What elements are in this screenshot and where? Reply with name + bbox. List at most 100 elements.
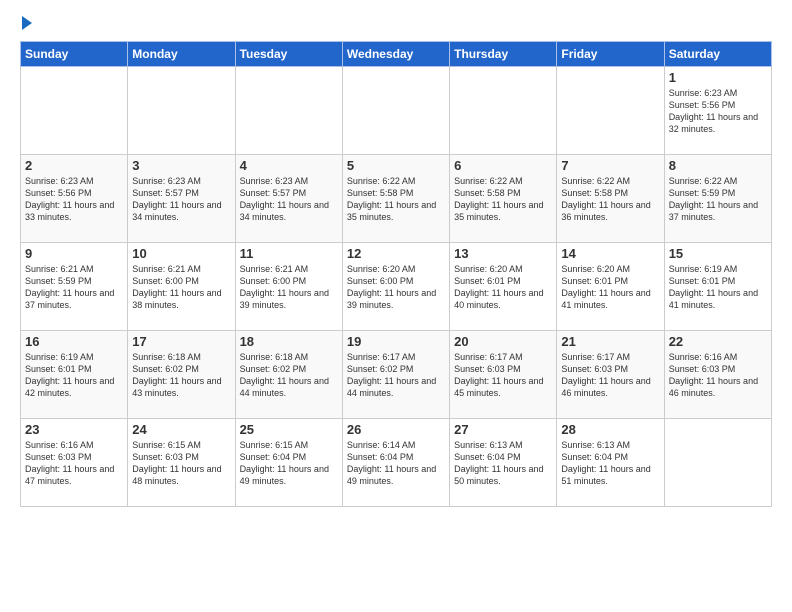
calendar-cell <box>235 67 342 155</box>
calendar-cell: 18 Sunrise: 6:18 AM Sunset: 6:02 PM Dayli… <box>235 331 342 419</box>
day-number: 14 <box>561 246 659 261</box>
calendar-cell <box>557 67 664 155</box>
day-number: 21 <box>561 334 659 349</box>
day-number: 16 <box>25 334 123 349</box>
day-number: 8 <box>669 158 767 173</box>
day-number: 24 <box>132 422 230 437</box>
calendar-cell: 13 Sunrise: 6:20 AM Sunset: 6:01 PM Dayli… <box>450 243 557 331</box>
day-info: Sunrise: 6:21 AM Sunset: 5:59 PM Dayligh… <box>25 263 123 312</box>
calendar-cell: 6 Sunrise: 6:22 AM Sunset: 5:58 PM Daylig… <box>450 155 557 243</box>
calendar-cell: 21 Sunrise: 6:17 AM Sunset: 6:03 PM Dayli… <box>557 331 664 419</box>
day-info: Sunrise: 6:20 AM Sunset: 6:00 PM Dayligh… <box>347 263 445 312</box>
calendar-cell: 22 Sunrise: 6:16 AM Sunset: 6:03 PM Dayli… <box>664 331 771 419</box>
calendar-cell: 12Sunrise: 6:20 AM Sunset: 6:00 PM Dayli… <box>342 243 449 331</box>
calendar-cell <box>342 67 449 155</box>
calendar-week-row: 23 Sunrise: 6:16 AM Sunset: 6:03 PM Dayli… <box>21 419 772 507</box>
day-info: Sunrise: 6:17 AM Sunset: 6:03 PM Dayligh… <box>561 351 659 400</box>
day-info: Sunrise: 6:16 AM Sunset: 6:03 PM Dayligh… <box>25 439 123 488</box>
calendar-cell: 10 Sunrise: 6:21 AM Sunset: 6:00 PM Dayli… <box>128 243 235 331</box>
calendar-cell: 24 Sunrise: 6:15 AM Sunset: 6:03 PM Dayli… <box>128 419 235 507</box>
day-number: 19 <box>347 334 445 349</box>
day-info: Sunrise: 6:13 AM Sunset: 6:04 PM Dayligh… <box>561 439 659 488</box>
calendar-cell: 11 Sunrise: 6:21 AM Sunset: 6:00 PM Dayli… <box>235 243 342 331</box>
logo-text <box>20 16 32 33</box>
day-info: Sunrise: 6:19 AM Sunset: 6:01 PM Dayligh… <box>669 263 767 312</box>
day-number: 11 <box>240 246 338 261</box>
day-info: Sunrise: 6:22 AM Sunset: 5:58 PM Dayligh… <box>347 175 445 224</box>
day-number: 6 <box>454 158 552 173</box>
day-info: Sunrise: 6:13 AM Sunset: 6:04 PM Dayligh… <box>454 439 552 488</box>
calendar-header-friday: Friday <box>557 42 664 67</box>
calendar-cell <box>128 67 235 155</box>
day-info: Sunrise: 6:19 AM Sunset: 6:01 PM Dayligh… <box>25 351 123 400</box>
day-number: 17 <box>132 334 230 349</box>
day-info: Sunrise: 6:22 AM Sunset: 5:59 PM Dayligh… <box>669 175 767 224</box>
calendar-header-wednesday: Wednesday <box>342 42 449 67</box>
day-number: 18 <box>240 334 338 349</box>
day-info: Sunrise: 6:18 AM Sunset: 6:02 PM Dayligh… <box>240 351 338 400</box>
day-info: Sunrise: 6:15 AM Sunset: 6:03 PM Dayligh… <box>132 439 230 488</box>
day-info: Sunrise: 6:14 AM Sunset: 6:04 PM Dayligh… <box>347 439 445 488</box>
calendar-header-tuesday: Tuesday <box>235 42 342 67</box>
calendar-header-row: SundayMondayTuesdayWednesdayThursdayFrid… <box>21 42 772 67</box>
day-info: Sunrise: 6:20 AM Sunset: 6:01 PM Dayligh… <box>454 263 552 312</box>
calendar-cell: 16 Sunrise: 6:19 AM Sunset: 6:01 PM Dayli… <box>21 331 128 419</box>
day-number: 1 <box>669 70 767 85</box>
calendar-cell: 28 Sunrise: 6:13 AM Sunset: 6:04 PM Dayli… <box>557 419 664 507</box>
day-info: Sunrise: 6:18 AM Sunset: 6:02 PM Dayligh… <box>132 351 230 400</box>
day-number: 4 <box>240 158 338 173</box>
calendar-cell <box>21 67 128 155</box>
calendar-cell <box>450 67 557 155</box>
day-info: Sunrise: 6:23 AM Sunset: 5:57 PM Dayligh… <box>240 175 338 224</box>
calendar-cell: 1Sunrise: 6:23 AM Sunset: 5:56 PM Daylig… <box>664 67 771 155</box>
calendar-week-row: 9 Sunrise: 6:21 AM Sunset: 5:59 PM Daylig… <box>21 243 772 331</box>
day-info: Sunrise: 6:22 AM Sunset: 5:58 PM Dayligh… <box>454 175 552 224</box>
page: SundayMondayTuesdayWednesdayThursdayFrid… <box>0 0 792 523</box>
calendar-cell: 25 Sunrise: 6:15 AM Sunset: 6:04 PM Dayli… <box>235 419 342 507</box>
calendar-cell: 8 Sunrise: 6:22 AM Sunset: 5:59 PM Daylig… <box>664 155 771 243</box>
calendar-header-sunday: Sunday <box>21 42 128 67</box>
calendar-header-thursday: Thursday <box>450 42 557 67</box>
calendar-cell: 5Sunrise: 6:22 AM Sunset: 5:58 PM Daylig… <box>342 155 449 243</box>
day-number: 15 <box>669 246 767 261</box>
day-number: 22 <box>669 334 767 349</box>
calendar-week-row: 2 Sunrise: 6:23 AM Sunset: 5:56 PM Daylig… <box>21 155 772 243</box>
calendar-cell: 9 Sunrise: 6:21 AM Sunset: 5:59 PM Daylig… <box>21 243 128 331</box>
day-number: 2 <box>25 158 123 173</box>
day-number: 13 <box>454 246 552 261</box>
day-info: Sunrise: 6:21 AM Sunset: 6:00 PM Dayligh… <box>240 263 338 312</box>
logo <box>20 16 32 33</box>
day-number: 26 <box>347 422 445 437</box>
day-number: 27 <box>454 422 552 437</box>
calendar-cell: 26 Sunrise: 6:14 AM Sunset: 6:04 PM Dayli… <box>342 419 449 507</box>
day-number: 23 <box>25 422 123 437</box>
day-info: Sunrise: 6:16 AM Sunset: 6:03 PM Dayligh… <box>669 351 767 400</box>
day-number: 9 <box>25 246 123 261</box>
day-info: Sunrise: 6:17 AM Sunset: 6:02 PM Dayligh… <box>347 351 445 400</box>
day-number: 20 <box>454 334 552 349</box>
day-number: 10 <box>132 246 230 261</box>
calendar-cell: 23 Sunrise: 6:16 AM Sunset: 6:03 PM Dayli… <box>21 419 128 507</box>
day-info: Sunrise: 6:17 AM Sunset: 6:03 PM Dayligh… <box>454 351 552 400</box>
day-info: Sunrise: 6:23 AM Sunset: 5:57 PM Dayligh… <box>132 175 230 224</box>
day-number: 7 <box>561 158 659 173</box>
calendar-header-monday: Monday <box>128 42 235 67</box>
calendar-cell: 2 Sunrise: 6:23 AM Sunset: 5:56 PM Daylig… <box>21 155 128 243</box>
header <box>20 16 772 33</box>
calendar-cell: 4 Sunrise: 6:23 AM Sunset: 5:57 PM Daylig… <box>235 155 342 243</box>
day-number: 25 <box>240 422 338 437</box>
calendar-cell: 3Sunrise: 6:23 AM Sunset: 5:57 PM Daylig… <box>128 155 235 243</box>
day-info: Sunrise: 6:22 AM Sunset: 5:58 PM Dayligh… <box>561 175 659 224</box>
calendar-cell: 27 Sunrise: 6:13 AM Sunset: 6:04 PM Dayli… <box>450 419 557 507</box>
calendar-week-row: 1Sunrise: 6:23 AM Sunset: 5:56 PM Daylig… <box>21 67 772 155</box>
logo-triangle-icon <box>22 16 32 30</box>
day-info: Sunrise: 6:20 AM Sunset: 6:01 PM Dayligh… <box>561 263 659 312</box>
day-info: Sunrise: 6:23 AM Sunset: 5:56 PM Dayligh… <box>25 175 123 224</box>
day-info: Sunrise: 6:21 AM Sunset: 6:00 PM Dayligh… <box>132 263 230 312</box>
day-info: Sunrise: 6:15 AM Sunset: 6:04 PM Dayligh… <box>240 439 338 488</box>
calendar-cell: 15 Sunrise: 6:19 AM Sunset: 6:01 PM Dayli… <box>664 243 771 331</box>
calendar-header-saturday: Saturday <box>664 42 771 67</box>
calendar-cell: 19 Sunrise: 6:17 AM Sunset: 6:02 PM Dayli… <box>342 331 449 419</box>
calendar-table: SundayMondayTuesdayWednesdayThursdayFrid… <box>20 41 772 507</box>
day-number: 28 <box>561 422 659 437</box>
